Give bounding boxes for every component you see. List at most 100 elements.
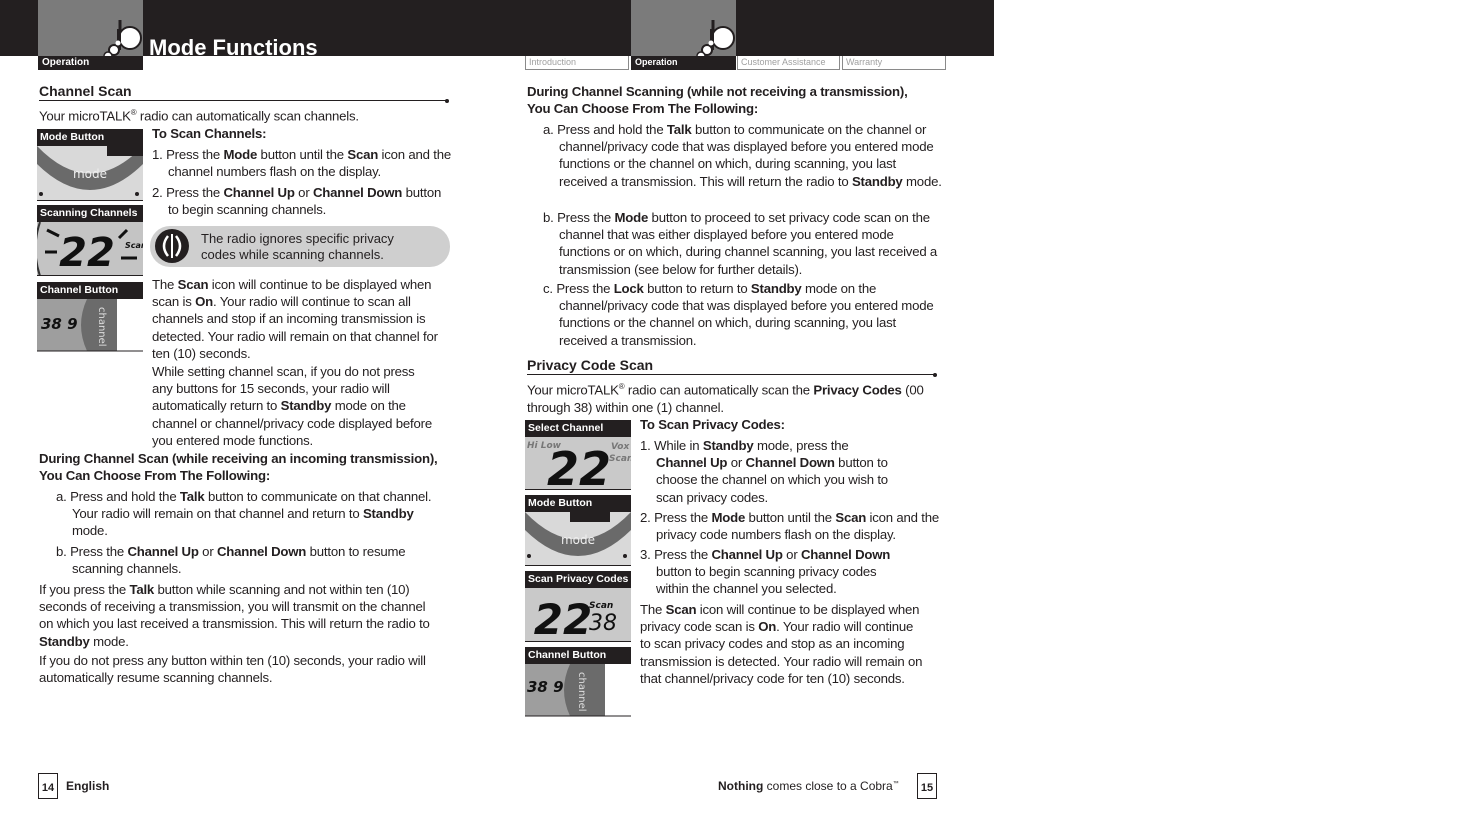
para-bold: On [195, 294, 214, 310]
item-text: or [198, 544, 217, 559]
mode-label: mode [561, 533, 595, 547]
para-bold: Standby [39, 633, 90, 649]
mode-button-image: mode [37, 146, 143, 200]
svg-text:22: 22 [534, 595, 592, 642]
lcd-display-image: 22 Scan [37, 222, 143, 275]
operation-tab-label: Operation [38, 56, 143, 70]
para-bold: Talk [129, 582, 155, 597]
item-bold: Mode [614, 210, 649, 225]
svg-text:channel: channel [96, 307, 107, 347]
step-text: mode, press the [753, 438, 849, 453]
lcd-display-image: Hi Low 22 Vox Scan [525, 437, 631, 489]
svg-text:38: 38 [589, 611, 617, 636]
para-text: The [640, 602, 666, 617]
item-text: Press the [556, 281, 614, 296]
item-text: mode. [902, 173, 942, 189]
intro-text-rest: radio can automatically scan channels. [136, 108, 359, 124]
channel-button-image: 38 9 channel [37, 299, 143, 352]
section-heading-privacy-code-scan: Privacy Code Scan [527, 357, 937, 377]
nav-tab-warranty[interactable]: Warranty [842, 56, 946, 70]
nav-tab-operation[interactable]: Operation [631, 56, 736, 70]
privacy-step-3: 3. Press the Channel Up or Channel Down … [640, 546, 910, 598]
step-bold: Channel Down [800, 547, 891, 562]
svg-text:Scan: Scan [609, 454, 631, 464]
step-bold: Standby [702, 438, 754, 453]
step-number: 3. [640, 547, 651, 562]
mode-label: mode [73, 167, 107, 181]
footer-slogan: Nothing comes close to a Cobra™ [718, 779, 899, 793]
during-scan-para-2: If you do not press any button within te… [39, 653, 426, 686]
steps-heading: To Scan Privacy Codes: [640, 417, 785, 432]
thumbnail-caption: Mode Button [525, 495, 631, 512]
page-number-right: 15 [917, 773, 937, 799]
thumbnail-caption: Channel Button [37, 282, 143, 299]
thumbnail-select-channel: Select Channel Hi Low 22 Vox Scan [525, 420, 631, 490]
item-text: Press the [557, 210, 615, 225]
thumbnail-scanning-channels: Scanning Channels 22 Scan [37, 205, 143, 276]
para-bold: Scan [665, 602, 697, 617]
privacy-step-2: 2. Press the Mode button until the Scan … [640, 509, 940, 543]
trademark-mark: ™ [892, 781, 899, 787]
during-scan-item-b: b. Press the Channel Up or Channel Down … [56, 543, 436, 577]
step-number: 1. [152, 147, 163, 162]
during-scan-heading: During Channel Scan (while receiving an … [39, 450, 459, 484]
nav-tab-customer-assistance[interactable]: Customer Assistance [737, 56, 840, 70]
nav-tab-introduction[interactable]: Introduction [525, 56, 629, 70]
step-text: button to begin scanning privacy codes w… [656, 564, 877, 597]
privacy-scan-intro: Your microTALK® radio can automatically … [527, 378, 947, 416]
thumbnail-caption: Scanning Channels [37, 205, 143, 222]
scan-para-2: While setting channel scan, if you do no… [152, 363, 437, 449]
note-info-icon [155, 229, 189, 263]
item-letter: c. [543, 281, 553, 296]
item-text: mode. [72, 523, 108, 539]
step-text: Press the [166, 185, 224, 200]
scan-step-1: 1. Press the Mode button until the Scan … [152, 146, 452, 180]
step-text: button until the [257, 147, 348, 162]
channel-button-image: 38 9 channel [525, 664, 631, 717]
to-scan-privacy-codes-heading: To Scan Privacy Codes: [640, 416, 785, 433]
during-scan-para-1: If you press the Talk button while scann… [39, 581, 434, 650]
item-text: Press and hold the [557, 122, 667, 137]
item-bold: Lock [613, 281, 644, 296]
item-bold: Channel Up [127, 544, 199, 559]
para-text: The [152, 277, 178, 292]
thumbnail-caption: Scan Privacy Codes [525, 571, 631, 588]
step-bold: Channel Up [656, 455, 728, 471]
step-text: or [727, 455, 746, 471]
during-scanning-item-c: c. Press the Lock button to return to St… [543, 280, 943, 349]
note-text: The radio ignores specific privacy codes… [201, 231, 394, 262]
scan-step-2: 2. Press the Channel Up or Channel Down … [152, 184, 452, 218]
thumbnail-caption: Select Channel [525, 420, 631, 437]
item-bold: Channel Down [216, 544, 307, 559]
item-letter: b. [543, 210, 554, 225]
mode-button-image: mode [525, 512, 631, 565]
heading-line-1: During Channel Scanning (while not recei… [527, 84, 908, 99]
during-scan-item-a: a. Press and hold the Talk button to com… [56, 488, 436, 540]
step-bold: Scan [835, 510, 867, 525]
para-text: mode. [89, 633, 129, 649]
svg-text:Scan: Scan [589, 601, 613, 611]
to-scan-channels-heading: To Scan Channels: [152, 125, 267, 142]
intro-text: Your microTALK [39, 108, 131, 124]
slogan-text: comes close to a Cobra [763, 779, 893, 793]
step-bold: Channel Down [745, 455, 835, 471]
step-text: button until the [745, 510, 836, 525]
steps-heading: To Scan Channels: [152, 126, 267, 141]
item-text: button to return to [643, 281, 751, 296]
svg-text:38 9: 38 9 [41, 315, 78, 333]
during-scanning-heading: During Channel Scanning (while not recei… [527, 83, 947, 117]
item-text: Press and hold the [70, 489, 180, 504]
thumbnail-channel-button: Channel Button 38 9 channel [37, 282, 143, 352]
thumbnail-channel-button: Channel Button 38 9 channel [525, 647, 631, 717]
thumbnail-scan-privacy-codes: Scan Privacy Codes 22 Scan 38 [525, 571, 631, 642]
svg-text:Vox: Vox [611, 442, 630, 452]
slogan-bold: Nothing [718, 779, 764, 793]
item-bold: Talk [179, 489, 205, 504]
para-bold: Scan [177, 277, 209, 292]
step-bold: Mode [223, 147, 258, 162]
step-bold: Channel Up [711, 547, 783, 562]
section-heading-channel-scan: Channel Scan [39, 83, 449, 103]
step-number: 2. [640, 510, 651, 525]
page-title-text: Mode Functions [149, 36, 318, 56]
heading-text: Privacy Code Scan [527, 357, 654, 373]
